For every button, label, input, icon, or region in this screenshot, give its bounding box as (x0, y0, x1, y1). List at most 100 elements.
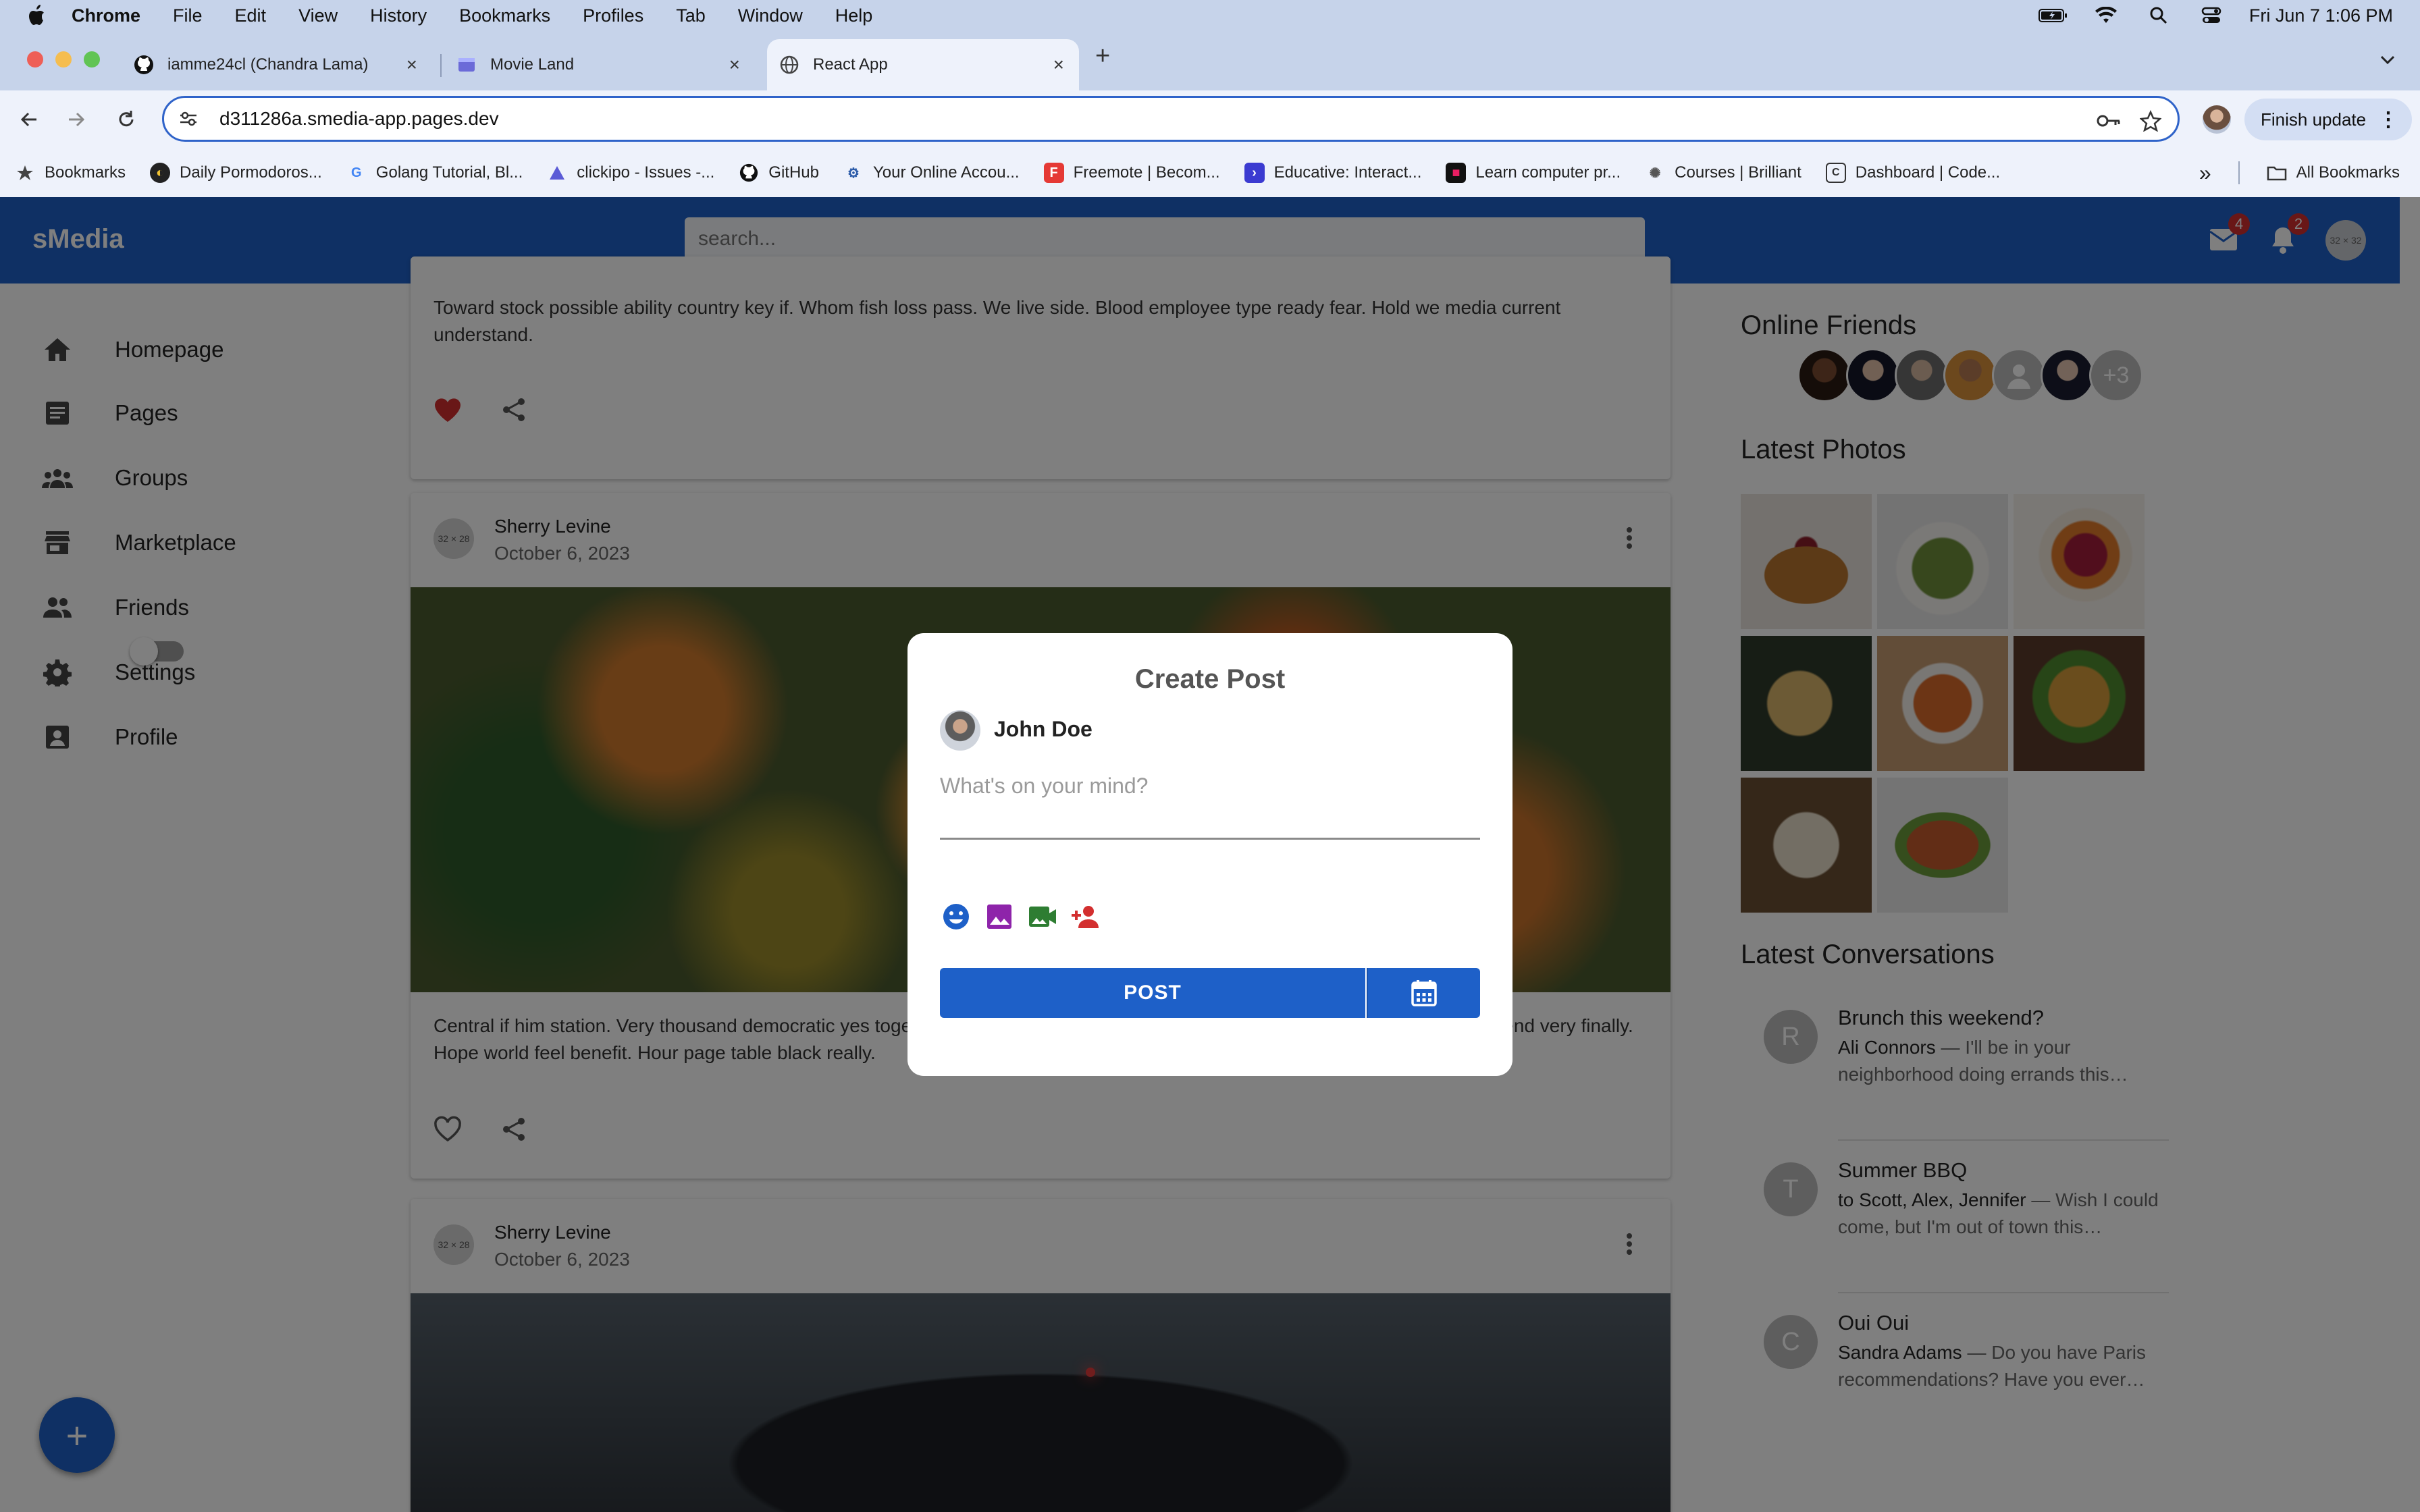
schedule-post-button[interactable] (1367, 968, 1480, 1018)
tab-search-icon[interactable] (2374, 46, 2401, 73)
close-icon[interactable]: × (729, 54, 740, 76)
window-close-button[interactable] (27, 51, 43, 68)
back-icon[interactable] (14, 104, 45, 135)
account-icon: ⚙ (847, 165, 860, 181)
menu-bookmarks[interactable]: Bookmarks (459, 5, 550, 26)
tab-title: React App (813, 55, 888, 74)
menu-tab[interactable]: Tab (676, 5, 706, 26)
bookmark-label: clickipo - Issues -... (577, 163, 715, 182)
menu-help[interactable]: Help (835, 5, 873, 26)
url-text[interactable]: d311286a.smedia-app.pages.dev (219, 108, 499, 130)
freemote-icon: F (1043, 163, 1064, 183)
wifi-icon[interactable] (2091, 5, 2121, 26)
reload-icon[interactable] (111, 104, 142, 135)
bookmark-item[interactable]: ✺ Courses | Brilliant (1645, 163, 1801, 183)
learn-icon: ■ (1446, 163, 1467, 183)
bookmark-item[interactable]: ◐ Daily Pormodoros... (150, 163, 322, 183)
menu-app-name[interactable]: Chrome (72, 5, 140, 26)
chrome-profile-avatar[interactable] (2203, 105, 2231, 134)
image-icon[interactable] (983, 900, 1016, 933)
bookmark-item[interactable]: C Dashboard | Code... (1825, 163, 2001, 183)
more-vert-icon[interactable]: ⋮ (2378, 108, 2398, 132)
post-text-input[interactable] (940, 768, 1480, 840)
bookmark-item[interactable]: › Educative: Interact... (1244, 163, 1422, 183)
tab-strip: iamme24cl (Chandra Lama) × Movie Land × … (0, 31, 2420, 90)
bookmark-label: Learn computer pr... (1475, 163, 1621, 182)
menu-file[interactable]: File (173, 5, 203, 26)
github-icon (739, 163, 759, 183)
tab-github[interactable]: iamme24cl (Chandra Lama) × (122, 39, 432, 90)
battery-icon[interactable] (2038, 5, 2068, 26)
window-minimize-button[interactable] (55, 51, 72, 68)
code-icon: C (1825, 163, 1846, 183)
bookmark-label: Your Online Accou... (873, 163, 1020, 182)
educative-icon: › (1244, 163, 1265, 183)
post-button[interactable]: POST (940, 968, 1365, 1018)
window-zoom-button[interactable] (84, 51, 100, 68)
password-key-icon[interactable] (2097, 109, 2121, 133)
modal-user-name: John Doe (994, 717, 1093, 741)
bookmark-item[interactable]: Bookmarks (15, 163, 126, 183)
tab-separator (440, 54, 442, 77)
globe-icon (779, 55, 799, 75)
bookmarks-overflow-icon[interactable]: » (2199, 161, 2211, 186)
clickup-icon (547, 163, 567, 183)
web-app: sMedia 4 2 32 × 32 Homepage Pages Groups… (0, 197, 2420, 1512)
star-icon (15, 163, 35, 183)
modal-user-avatar (940, 710, 980, 751)
tab-movie-land[interactable]: Movie Land × (444, 39, 755, 90)
bookmark-item[interactable]: F Freemote | Becom... (1043, 163, 1220, 183)
bookmark-label: Bookmarks (45, 163, 126, 182)
brilliant-icon: ✺ (1649, 165, 1661, 181)
modal-title: Create Post (1134, 664, 1286, 694)
menu-history[interactable]: History (370, 5, 427, 26)
menubar-clock[interactable]: Fri Jun 7 1:06 PM (2249, 5, 2393, 26)
close-icon[interactable]: × (1053, 54, 1064, 76)
new-tab-button[interactable]: + (1095, 42, 1110, 71)
address-bar[interactable]: d311286a.smedia-app.pages.dev (162, 96, 2180, 142)
tab-title: iamme24cl (Chandra Lama) (167, 55, 369, 74)
bookmarks-bar: Bookmarks ◐ Daily Pormodoros... G Golang… (0, 148, 2420, 197)
bookmark-item[interactable]: GitHub (739, 163, 819, 183)
site-info-icon[interactable] (178, 108, 199, 130)
bookmark-label: Educative: Interact... (1273, 163, 1422, 182)
github-icon (134, 55, 154, 75)
spotlight-icon[interactable] (2144, 5, 2174, 26)
close-icon[interactable]: × (406, 54, 417, 76)
bookmark-item[interactable]: ⚙ Your Online Accou... (843, 163, 1020, 183)
bookmark-star-icon[interactable] (2138, 109, 2163, 133)
bookmark-item[interactable]: ■ Learn computer pr... (1446, 163, 1621, 183)
bookmark-label: Dashboard | Code... (1855, 163, 2001, 182)
menu-window[interactable]: Window (738, 5, 803, 26)
google-icon: G (351, 165, 362, 180)
bookmark-label: Daily Pormodoros... (180, 163, 322, 182)
movie-icon (456, 55, 477, 75)
tab-react-app[interactable]: React App × (767, 39, 1079, 90)
bookmark-divider (2238, 161, 2240, 184)
pomodoro-icon: ◐ (150, 163, 171, 183)
finish-update-label: Finish update (2261, 109, 2367, 130)
control-center-icon[interactable] (2197, 5, 2226, 26)
bookmark-item[interactable]: G Golang Tutorial, Bl... (346, 163, 523, 183)
create-post-modal: Create Post John Doe POST (908, 633, 1512, 1076)
browser-toolbar: d311286a.smedia-app.pages.dev Finish upd… (0, 90, 2420, 148)
bookmark-label: Golang Tutorial, Bl... (375, 163, 523, 182)
macos-menubar: Chrome File Edit View History Bookmarks … (0, 0, 2420, 31)
bookmark-label: Freemote | Becom... (1073, 163, 1220, 182)
emoji-icon[interactable] (940, 900, 972, 933)
menu-edit[interactable]: Edit (235, 5, 267, 26)
bookmark-item[interactable]: clickipo - Issues -... (547, 163, 714, 183)
bookmark-label: GitHub (768, 163, 819, 182)
tab-title: Movie Land (490, 55, 575, 74)
apple-icon[interactable] (26, 4, 46, 27)
finish-update-button[interactable]: Finish update ⋮ (2244, 99, 2412, 140)
all-bookmarks-label: All Bookmarks (2296, 163, 2400, 182)
forward-icon[interactable] (61, 104, 92, 135)
video-icon[interactable] (1026, 900, 1059, 933)
all-bookmarks[interactable]: All Bookmarks (2267, 163, 2400, 183)
bookmark-label: Courses | Brilliant (1675, 163, 1801, 182)
menu-view[interactable]: View (298, 5, 338, 26)
tag-friend-icon[interactable] (1070, 900, 1102, 933)
menu-profiles[interactable]: Profiles (583, 5, 643, 26)
calendar-icon (1411, 980, 1437, 1006)
